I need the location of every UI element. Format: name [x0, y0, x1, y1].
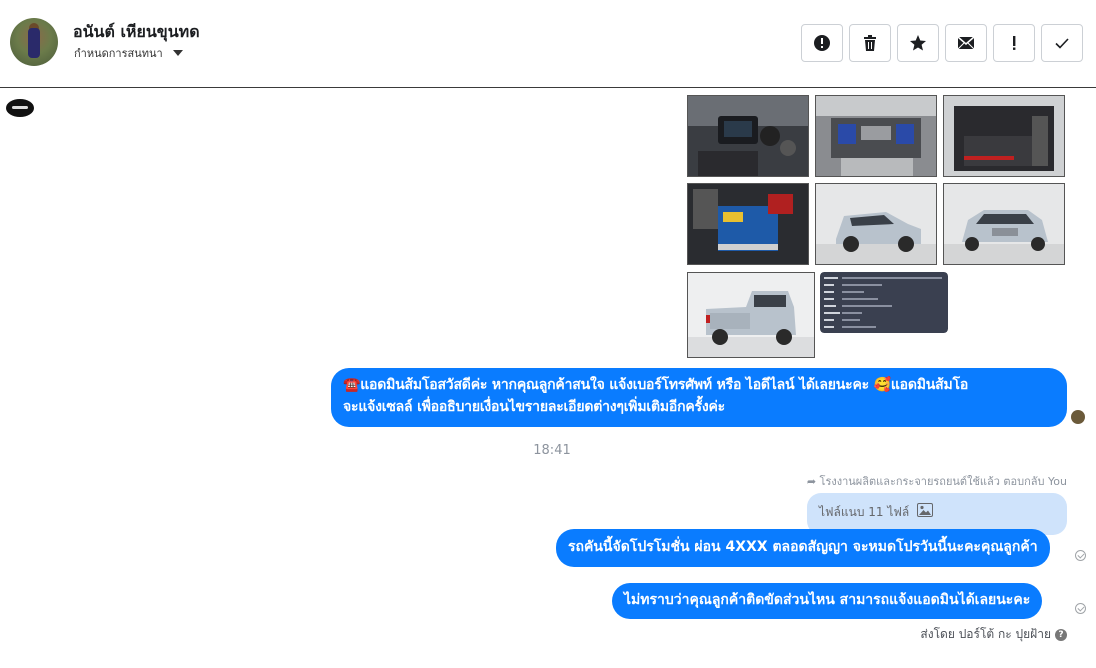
- pickup-front-left-image: [816, 184, 936, 264]
- contact-avatar[interactable]: [10, 18, 58, 66]
- gallery-image-3[interactable]: [943, 95, 1065, 177]
- pickup-rear-image: [688, 273, 814, 357]
- message-timestamp: 18:41: [533, 443, 571, 458]
- star-button[interactable]: [897, 24, 939, 62]
- mark-done-button[interactable]: [1041, 24, 1083, 62]
- truck-bed-image: [944, 96, 1064, 176]
- exclamation-circle-icon: [814, 35, 830, 51]
- assign-conversation-dropdown[interactable]: กำหนดการสนทนา: [74, 44, 183, 62]
- admin-message-line1: ☎️แอดมินส้มโอสวัสดีค่ะ หากคุณลูกค้าสนใจ …: [343, 377, 969, 393]
- help-icon[interactable]: ?: [1055, 628, 1067, 641]
- admin-message-line2: จะแจ้งเซลล์ เพื่ออธิบายเงื่อนไขรายละเอีย…: [343, 399, 725, 415]
- mark-spam-button[interactable]: [801, 24, 843, 62]
- conversation-header: อนันต์ เหียนขุนทด กำหนดการสนทนา: [0, 0, 1096, 88]
- checkmark-icon: [1055, 38, 1069, 49]
- sent-by-info: ส่งโดย ปอร์โต้ กะ ปุยฝ้าย ?: [920, 625, 1067, 644]
- gallery-image-2[interactable]: [815, 95, 937, 177]
- reply-label: โรงงานผลิตและกระจายรถยนต์ใช้แล้ว ตอบกลับ…: [819, 475, 1067, 488]
- reply-arrow-icon: ➦: [806, 475, 817, 488]
- sent-check-icon: [1075, 550, 1086, 561]
- engine-battery-image: [688, 184, 808, 264]
- sent-by-label: ส่งโดย ปอร์โต้ กะ ปุยฝ้าย: [920, 627, 1051, 641]
- action-toolbar: [801, 24, 1083, 62]
- engine-bay-image: [816, 96, 936, 176]
- follow-up-button[interactable]: [993, 24, 1035, 62]
- envelope-icon: [957, 36, 975, 50]
- page-logo-avatar: [6, 99, 34, 117]
- exclamation-icon: [1013, 36, 1016, 50]
- gallery-image-4[interactable]: [687, 183, 809, 265]
- pickup-front-image: [944, 184, 1064, 264]
- reply-indicator: ➦ โรงงานผลิตและกระจายรถยนต์ใช้แล้ว ตอบกล…: [807, 472, 1067, 490]
- sent-check-icon-2: [1075, 603, 1086, 614]
- gallery-image-7[interactable]: [687, 272, 815, 358]
- gallery-image-6[interactable]: [943, 183, 1065, 265]
- gallery-image-8[interactable]: [820, 272, 948, 333]
- ask-message-bubble[interactable]: ไม่ทราบว่าคุณลูกค้าติดขัดส่วนไหน สามารถแ…: [612, 583, 1043, 619]
- attachment-label: ไฟล์แนบ 11 ไฟล์: [819, 505, 910, 519]
- caret-down-icon: [172, 50, 183, 56]
- mark-unread-button[interactable]: [945, 24, 987, 62]
- gallery-image-1[interactable]: [687, 95, 809, 177]
- assign-label: กำหนดการสนทนา: [74, 47, 163, 60]
- star-icon: [910, 35, 926, 51]
- car-interior-image: [688, 96, 808, 176]
- ask-message-text: ไม่ทราบว่าคุณลูกค้าติดขัดส่วนไหน สามารถแ…: [624, 592, 1031, 608]
- vehicle-info-card-image: [820, 272, 948, 333]
- contact-name[interactable]: อนันต์ เหียนขุนทด: [73, 20, 200, 45]
- admin-message-bubble[interactable]: ☎️แอดมินส้มโอสวัสดีค่ะ หากคุณลูกค้าสนใจ …: [331, 368, 1067, 427]
- delete-button[interactable]: [849, 24, 891, 62]
- trash-icon: [864, 35, 876, 51]
- promo-message-text: รถคันนี้จัดโปรโมชั่น ผ่อน 4XXX ตลอดสัญญา…: [568, 539, 1038, 555]
- gallery-image-5[interactable]: [815, 183, 937, 265]
- sender-avatar: [1071, 410, 1085, 424]
- image-icon: [917, 503, 934, 517]
- promo-message-bubble[interactable]: รถคันนี้จัดโปรโมชั่น ผ่อน 4XXX ตลอดสัญญา…: [556, 529, 1050, 567]
